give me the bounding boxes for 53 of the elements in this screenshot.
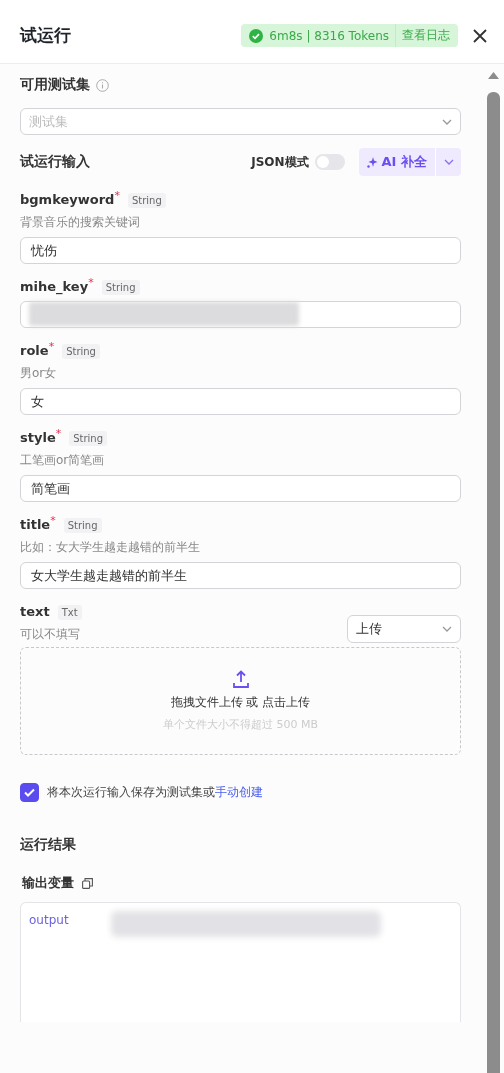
chevron-down-icon — [442, 118, 452, 125]
param-name: title — [20, 517, 51, 532]
type-tag: String — [127, 193, 166, 208]
type-tag: String — [101, 280, 140, 295]
text-input[interactable] — [20, 301, 461, 328]
required-asterisk: * — [48, 340, 55, 353]
upload-mode-select[interactable]: 上传 — [347, 615, 461, 643]
scroll-up-icon[interactable] — [487, 70, 500, 80]
upload-icon — [232, 670, 249, 688]
param-name: style — [20, 430, 56, 445]
text-input[interactable]: 女 — [20, 388, 461, 415]
param-description: 背景音乐的搜索关键词 — [20, 214, 141, 231]
save-option-text: 将本次运行输入保存为测试集或手动创建 — [47, 784, 263, 801]
save-checkbox[interactable] — [20, 783, 39, 802]
section-label: 可用测试集 — [20, 76, 90, 94]
sparkle-icon — [366, 156, 378, 168]
text-input[interactable]: 忧伤 — [20, 237, 461, 264]
text-input[interactable]: 女大学生越走越错的前半生 — [20, 562, 461, 589]
text-input[interactable]: 简笔画 — [20, 475, 461, 502]
required-asterisk: * — [88, 276, 94, 289]
run-stats: 6m8s | 8316 Tokens — [269, 28, 389, 43]
type-tag: String — [63, 518, 102, 533]
param-description: 工笔画or简笔画 — [20, 452, 106, 469]
param-name: bgmkeyword — [20, 192, 115, 207]
copy-icon[interactable] — [82, 877, 93, 889]
json-mode-label: JSON模式 — [251, 153, 309, 171]
manual-create-link[interactable]: 手动创建 — [215, 785, 263, 799]
type-tag: String — [62, 344, 100, 359]
param-name: mihe_key — [20, 279, 89, 294]
panel-title: 试运行 — [20, 24, 72, 47]
type-tag: String — [69, 431, 108, 446]
type-tag: Txt — [57, 605, 82, 620]
checkmark-icon — [24, 788, 35, 797]
param-name: text — [20, 604, 50, 619]
chevron-down-icon — [442, 626, 452, 632]
scrollbar-thumb[interactable] — [487, 92, 500, 1073]
check-circle-icon — [249, 28, 264, 43]
param-name: role — [20, 343, 49, 358]
output-key: output — [29, 913, 69, 927]
param-description: 比如：女大学生越走越错的前半生 — [20, 539, 201, 556]
section-label: 试运行输入 — [20, 153, 91, 171]
info-icon — [96, 78, 109, 92]
output-label: 输出变量 — [22, 874, 74, 892]
upload-instruction: 拖拽文件上传 或 点击上传 — [170, 694, 311, 711]
chevron-down-icon — [443, 159, 454, 165]
required-asterisk: * — [50, 514, 56, 527]
param-description: 男or女 — [20, 365, 58, 382]
close-button[interactable] — [472, 27, 488, 44]
json-mode-toggle[interactable] — [314, 154, 345, 170]
section-label: 运行结果 — [20, 836, 77, 854]
required-asterisk: * — [55, 427, 62, 440]
param-description: 可以不填写 — [20, 626, 81, 643]
required-asterisk: * — [114, 189, 120, 202]
